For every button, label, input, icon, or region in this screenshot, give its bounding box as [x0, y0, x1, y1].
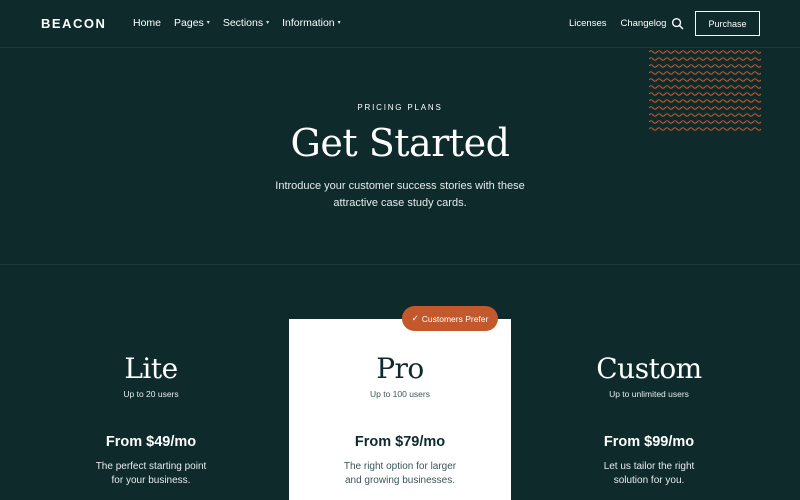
wave-line: [649, 50, 761, 54]
menu-item-label: Sections: [222, 17, 264, 29]
menu-item-home[interactable]: Home: [133, 17, 161, 29]
menu-item-label: Pages: [174, 17, 204, 29]
wave-line: [649, 57, 761, 61]
licenses-link[interactable]: Licenses: [569, 18, 607, 29]
chevron-down-icon: ▾: [206, 19, 210, 26]
chevron-down-icon: ▾: [337, 19, 341, 26]
hero-description: Introduce your customer success stories …: [250, 178, 550, 212]
purchase-button[interactable]: Purchase: [695, 11, 760, 36]
plan-description-line: The right option for larger: [343, 461, 457, 472]
hero-description-line: attractive case study cards.: [333, 197, 467, 209]
wave-line: [649, 78, 761, 82]
hero-description-line: Introduce your customer success stories …: [275, 180, 525, 192]
wave-pattern-decoration: [649, 50, 761, 131]
customers-prefer-badge: ✓ Customers Prefer: [402, 306, 498, 331]
menu-item-label: Home: [133, 17, 162, 29]
badge-label: Customers Prefer: [421, 313, 489, 324]
menu-item-label: Information: [282, 17, 335, 29]
wave-line: [649, 99, 761, 103]
changelog-link[interactable]: Changelog: [621, 18, 667, 29]
chevron-down-icon: ▾: [266, 19, 270, 26]
plan-price: From $99/mo: [603, 434, 695, 450]
plan-description: The right option for larger and growing …: [289, 460, 511, 488]
wave-line: [649, 92, 761, 96]
plan-price: From $79/mo: [354, 434, 446, 450]
section-divider: [0, 264, 800, 265]
wave-line: [649, 71, 761, 75]
plan-name: Pro: [376, 352, 424, 385]
logo[interactable]: BEACON: [41, 16, 106, 31]
menu-item-pages[interactable]: Pages ▾: [174, 17, 210, 29]
plan-users: Up to unlimited users: [609, 389, 689, 399]
menu-item-sections[interactable]: Sections ▾: [223, 17, 269, 29]
plan-name: Custom: [596, 352, 702, 385]
pricing-card-pro[interactable]: Pro Up to 100 users From $79/mo The righ…: [289, 319, 511, 500]
main-menu: Home Pages ▾ Sections ▾ Information ▾: [133, 17, 341, 29]
secondary-links: Licenses Changelog: [569, 18, 666, 29]
plan-description-line: The perfect starting point: [95, 461, 207, 472]
plan-description: The perfect starting point for your busi…: [40, 460, 262, 488]
plan-description-line: for your business.: [111, 475, 191, 486]
section-eyebrow: PRICING PLANS: [357, 103, 443, 112]
wave-line: [649, 85, 761, 89]
plan-description-line: and growing businesses.: [344, 475, 456, 486]
pricing-card-custom[interactable]: Custom Up to unlimited users From $99/mo…: [538, 319, 760, 500]
check-icon: ✓: [411, 313, 419, 323]
page-title: Get Started: [290, 121, 510, 165]
wave-line: [649, 64, 761, 68]
pricing-card-lite[interactable]: Lite Up to 20 users From $49/mo The perf…: [40, 319, 262, 500]
plan-description-line: Let us tailor the right: [603, 461, 695, 472]
plan-users: Up to 100 users: [369, 389, 430, 399]
plan-name: Lite: [124, 352, 178, 385]
top-navbar: BEACON Home Pages ▾ Sections ▾ Informati…: [0, 0, 800, 48]
menu-item-information[interactable]: Information ▾: [282, 17, 341, 29]
plan-description: Let us tailor the right solution for you…: [538, 460, 760, 488]
plan-users: Up to 20 users: [123, 389, 179, 399]
wave-line: [649, 113, 761, 117]
plan-description-line: solution for you.: [613, 475, 685, 486]
search-icon[interactable]: [671, 17, 684, 30]
plan-price: From $49/mo: [105, 434, 197, 450]
